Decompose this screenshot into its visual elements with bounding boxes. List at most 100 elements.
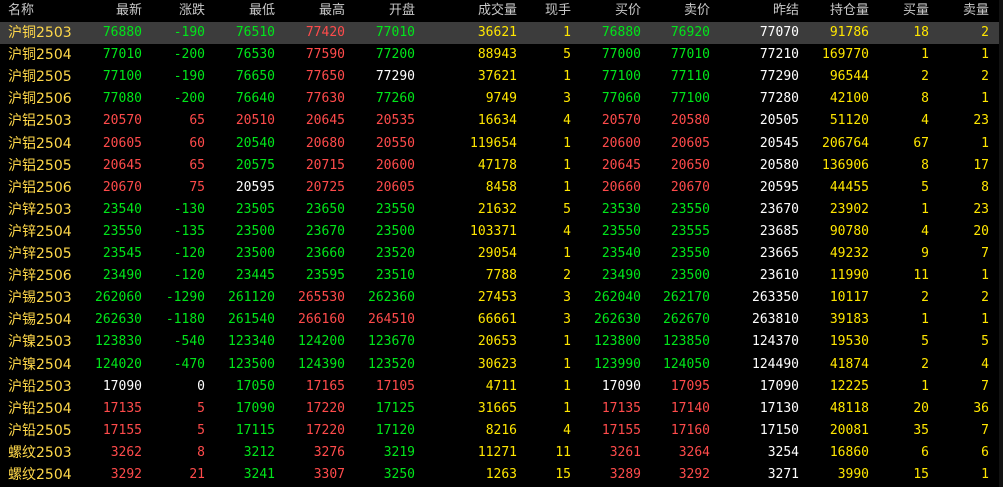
quote-cell: 23550 xyxy=(601,223,641,239)
quote-cell: 1 xyxy=(981,91,989,107)
quote-cell: -200 xyxy=(173,91,205,107)
quote-cell: 7 xyxy=(981,246,989,261)
quote-cell: 47178 xyxy=(477,157,517,173)
quote-cell: 5 xyxy=(563,201,571,217)
column-header[interactable]: 卖价 xyxy=(650,0,710,22)
quote-cell: 3219 xyxy=(383,444,415,460)
quote-cell: 20595 xyxy=(235,179,275,195)
column-header[interactable]: 买价 xyxy=(580,0,641,22)
table-row[interactable]: 沪铅2504 17135 5 17090 17220 17125 31665 1 17135 17… xyxy=(0,398,1003,420)
quote-cell: 20670 xyxy=(102,179,142,195)
table-row[interactable]: 沪铅2505 17155 5 17115 17220 17120 8216 4 17155 171… xyxy=(0,420,1003,442)
column-header[interactable]: 开盘 xyxy=(352,0,415,22)
quote-cell: -540 xyxy=(173,334,205,350)
table-row[interactable]: 沪铜2504 77010 -200 76530 77590 77200 88943 5 7700… xyxy=(0,44,1003,66)
quote-cell: 20605 xyxy=(670,135,710,151)
quote-cell: 123850 xyxy=(663,334,710,350)
contract-name: 沪锌2504 xyxy=(8,223,72,240)
quote-cell: 21 xyxy=(189,467,205,482)
quote-cell: 77070 xyxy=(759,25,799,40)
table-row[interactable]: 沪铝2505 20645 65 20575 20715 20600 47178 1 20645 2… xyxy=(0,155,1003,177)
quote-cell: 8 xyxy=(921,157,929,173)
quote-cell: 2 xyxy=(921,290,929,306)
quote-cell: 7788 xyxy=(485,268,517,284)
table-row[interactable]: 沪铝2503 20570 65 20510 20645 20535 16634 4 20570 2… xyxy=(0,110,1003,132)
column-header[interactable]: 持仓量 xyxy=(810,0,869,22)
quote-cell: 77630 xyxy=(305,91,345,107)
quote-cell: 76640 xyxy=(235,91,275,107)
quote-cell: 77290 xyxy=(375,69,415,85)
quote-cell: 17090 xyxy=(235,400,275,416)
quote-cell: 20660 xyxy=(601,179,641,195)
futures-quote-table: 名称 最新 涨跌 最低 最高 开盘 成交量 现手 买价 卖价 昨结 持仓量 买量 卖量 沪铜2503 7688… xyxy=(0,0,1003,487)
quote-cell: 23540 xyxy=(601,246,641,261)
quote-cell: 4 xyxy=(981,356,989,372)
column-header[interactable]: 现手 xyxy=(525,0,571,22)
table-row[interactable]: 沪铝2506 20670 75 20595 20725 20605 8458 1 20660 20… xyxy=(0,177,1003,199)
quote-cell: 42100 xyxy=(829,91,869,107)
quote-cell: 0 xyxy=(197,378,205,394)
quote-cell: 1 xyxy=(563,69,571,85)
quote-cell: 124390 xyxy=(298,356,345,372)
quote-cell: 3250 xyxy=(383,467,415,482)
quote-cell: 262630 xyxy=(95,312,142,328)
column-header[interactable]: 最新 xyxy=(90,0,142,22)
column-header[interactable]: 最高 xyxy=(285,0,345,22)
quote-cell: 3990 xyxy=(837,467,869,482)
column-header[interactable]: 名称 xyxy=(8,0,78,22)
quote-cell: 1 xyxy=(981,467,989,482)
quote-cell: 3307 xyxy=(313,467,345,482)
quote-cell: 2 xyxy=(981,290,989,306)
quote-cell: -120 xyxy=(173,268,205,284)
column-header[interactable]: 昨结 xyxy=(735,0,799,22)
contract-name: 沪锌2505 xyxy=(8,246,72,262)
quote-cell: 77650 xyxy=(305,69,345,85)
quote-cell: 1 xyxy=(563,179,571,195)
quote-cell: 266160 xyxy=(298,312,345,328)
quote-cell: 3 xyxy=(563,290,571,306)
quote-cell: 20510 xyxy=(235,113,275,129)
quote-cell: 23500 xyxy=(670,268,710,284)
table-row[interactable]: 沪锡2504 262630 -1180 261540 266160 264510 66661… xyxy=(0,309,1003,331)
table-row[interactable]: 螺纹2503 3262 8 3212 3276 3219 11271 11 3261 3264 32… xyxy=(0,442,1003,464)
quote-cell: 27453 xyxy=(477,290,517,306)
quote-cell: 23550 xyxy=(670,246,710,261)
quote-cell: 17050 xyxy=(235,378,275,394)
quote-cell: 17090 xyxy=(759,378,799,394)
quote-cell: 1 xyxy=(563,400,571,416)
quote-cell: 17090 xyxy=(601,378,641,394)
table-row[interactable]: 沪镍2503 123830 -540 123340 124200 123670 20653 1… xyxy=(0,331,1003,353)
table-row[interactable]: 沪铅2503 17090 0 17050 17165 17105 4711 1 17090 170… xyxy=(0,376,1003,398)
quote-cell: -190 xyxy=(173,69,205,85)
quote-cell: 3262 xyxy=(110,444,142,460)
quote-cell: 77100 xyxy=(102,69,142,85)
table-row[interactable]: 沪锌2504 23550 -135 23500 23670 23500 103371 4 235… xyxy=(0,221,1003,243)
table-row[interactable]: 沪铝2504 20605 60 20540 20680 20550 119654 1 20600… xyxy=(0,133,1003,155)
column-header[interactable]: 买量 xyxy=(880,0,929,22)
quote-cell: 1 xyxy=(563,356,571,372)
table-row[interactable]: 螺纹2504 3292 21 3241 3307 3250 1263 15 3289 3292 32… xyxy=(0,464,1003,486)
table-row[interactable]: 沪锌2506 23490 -120 23445 23595 23510 7788 2 23490… xyxy=(0,265,1003,287)
quote-cell: 7 xyxy=(981,422,989,438)
vertical-scrollbar[interactable] xyxy=(999,0,1003,487)
quote-cell: 1 xyxy=(921,378,929,394)
column-header[interactable]: 最低 xyxy=(215,0,275,22)
table-row[interactable]: 沪锡2503 262060 -1290 261120 265530 262360 27453… xyxy=(0,287,1003,309)
quote-cell: 17135 xyxy=(601,400,641,416)
quote-cell: 23595 xyxy=(305,268,345,284)
table-row[interactable]: 沪锌2505 23545 -120 23500 23660 23520 29054 1 2354… xyxy=(0,243,1003,265)
column-header[interactable]: 涨跌 xyxy=(150,0,205,22)
quote-cell: 17120 xyxy=(375,422,415,438)
quote-cell: 17105 xyxy=(375,378,415,394)
table-row[interactable]: 沪铜2505 77100 -190 76650 77650 77290 37621 1 7710… xyxy=(0,66,1003,88)
column-header[interactable]: 卖量 xyxy=(940,0,989,22)
quote-cell: 20570 xyxy=(102,113,142,129)
quote-cell: 77280 xyxy=(759,91,799,107)
table-row[interactable]: 沪镍2504 124020 -470 123500 124390 123520 30623 1… xyxy=(0,354,1003,376)
table-row[interactable]: 沪铜2506 77080 -200 76640 77630 77260 9749 3 77060… xyxy=(0,88,1003,110)
table-row[interactable]: 沪锌2503 23540 -130 23505 23650 23550 21632 5 2353… xyxy=(0,199,1003,221)
quote-cell: 20575 xyxy=(235,157,275,173)
column-header[interactable]: 成交量 xyxy=(430,0,517,22)
contract-name: 沪铜2503 xyxy=(8,25,72,41)
table-row[interactable]: 沪铜2503 76880 -190 76510 77420 77010 36621 1 7688… xyxy=(0,22,1003,44)
